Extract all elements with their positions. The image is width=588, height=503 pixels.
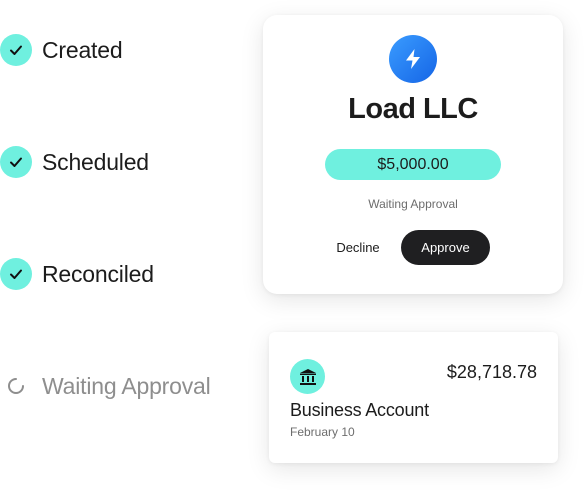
step-reconciled: Reconciled [0,257,154,291]
company-name: Load LLC [348,93,478,125]
decline-button[interactable]: Decline [325,231,391,264]
check-icon [0,146,32,178]
account-name: Business Account [290,400,429,420]
spinner-icon [0,370,32,402]
approve-button[interactable]: Approve [401,230,490,265]
step-created: Created [0,33,123,67]
account-balance: $28,718.78 [446,362,537,382]
payment-amount: $5,000.00 [325,149,501,180]
bank-icon [290,359,325,394]
step-label: Reconciled [42,260,154,287]
check-icon [0,258,32,290]
step-label: Scheduled [42,148,149,175]
account-card[interactable]: $28,718.78 Business Account February 10 [269,332,558,463]
check-icon [0,34,32,66]
lightning-bolt-icon [389,35,437,83]
step-label: Created [42,36,123,63]
step-label: Waiting Approval [42,372,211,399]
payment-card: Load LLC $5,000.00 Waiting Approval Decl… [263,15,563,294]
account-date: February 10 [290,425,355,439]
step-waiting-approval: Waiting Approval [0,369,211,403]
step-scheduled: Scheduled [0,145,149,179]
payment-status: Waiting Approval [368,197,458,211]
